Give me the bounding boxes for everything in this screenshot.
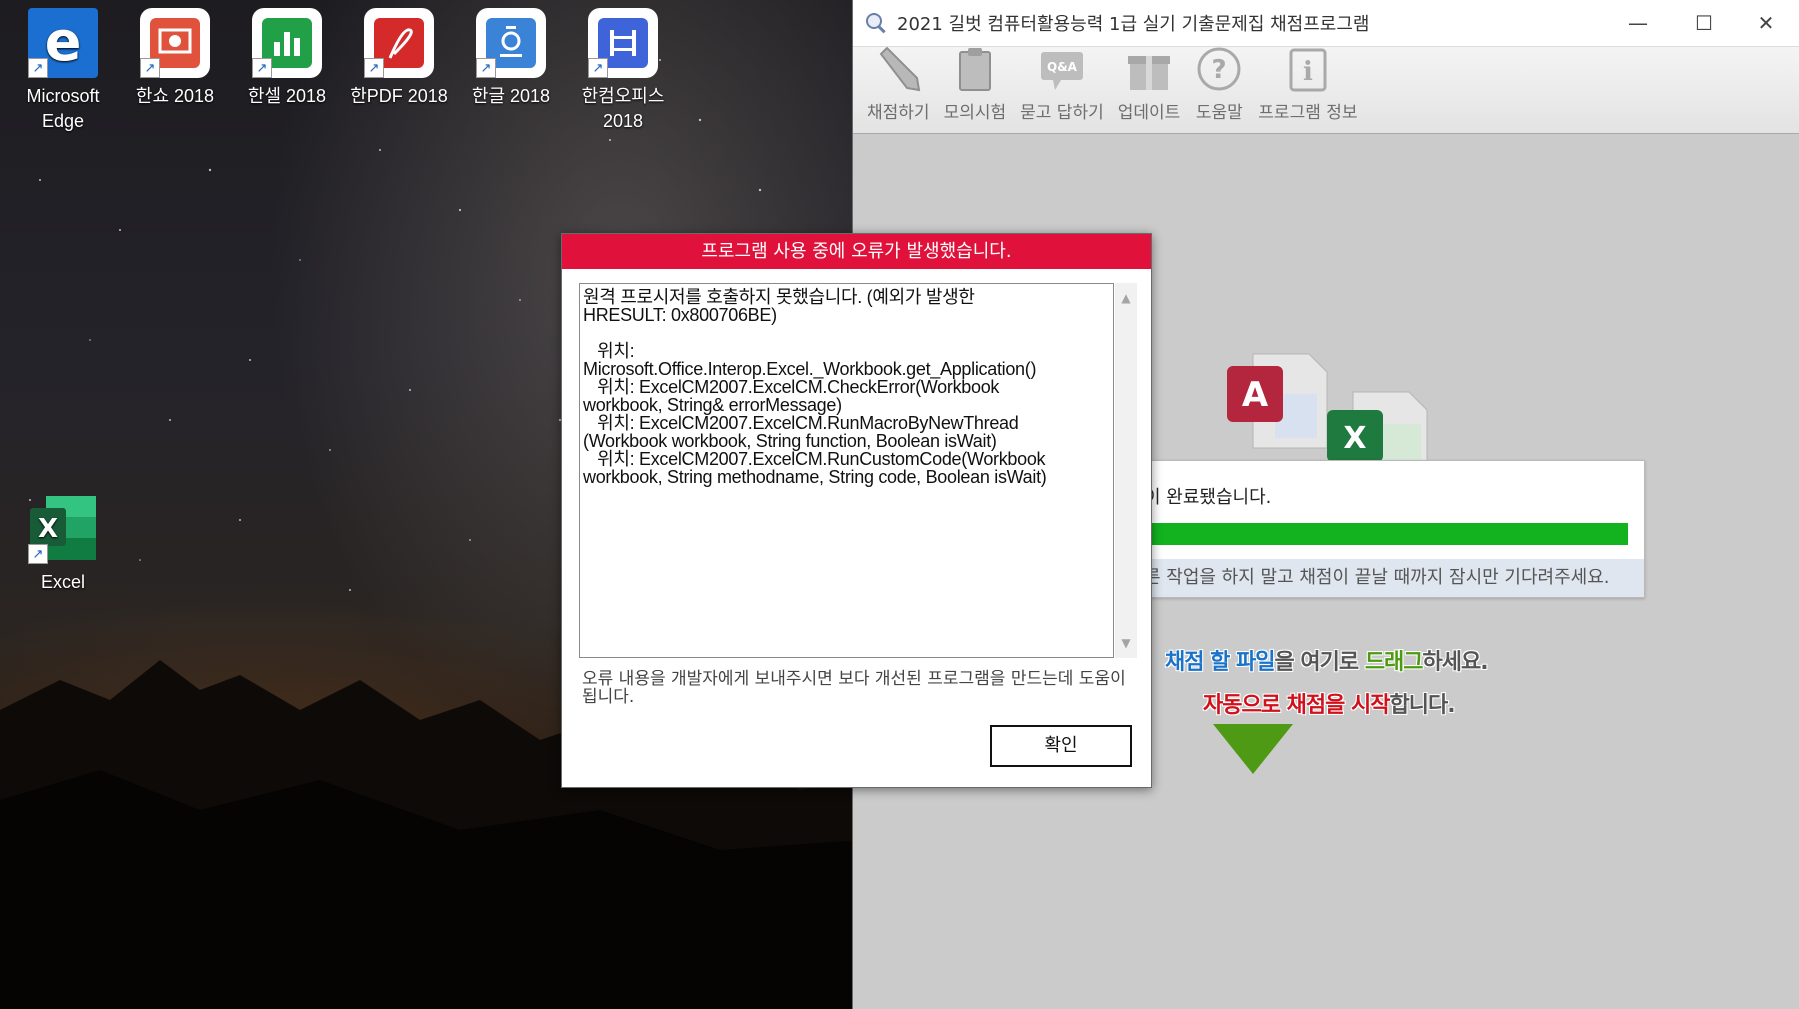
- toolbar-update-button[interactable]: 업데이트: [1117, 44, 1181, 133]
- app-titlebar[interactable]: 2021 길벗 컴퓨터활용능력 1급 실기 기출문제집 채점프로그램 — ☐ ✕: [853, 0, 1799, 47]
- app-title: 2021 길벗 컴퓨터활용능력 1급 실기 기출문제집 채점프로그램: [897, 14, 1370, 35]
- toolbar-label: 채점하기: [867, 103, 930, 123]
- desktop-icon-label: 한글 2018: [471, 86, 551, 106]
- desktop-icon-label: 한쇼 2018: [135, 86, 215, 106]
- toolbar-label: 도움말: [1195, 103, 1243, 123]
- desktop-icon-label: 한컴오피스 2018: [581, 86, 665, 131]
- scroll-down-icon[interactable]: ▼: [1115, 632, 1137, 654]
- toolbar-label: 묻고 답하기: [1020, 103, 1104, 123]
- minimize-button[interactable]: —: [1605, 0, 1671, 46]
- drop-arrow-icon: [1213, 724, 1293, 774]
- toolbar-qa-button[interactable]: Q&A 묻고 답하기: [1020, 44, 1104, 133]
- drop-text-here: 을 여기로: [1274, 650, 1365, 675]
- shortcut-arrow-icon: ↗: [140, 58, 160, 78]
- gift-icon: [1128, 56, 1171, 90]
- qa-bubble-icon: Q&A: [1040, 52, 1083, 90]
- toolbar-mock-exam-button[interactable]: 모의시험: [943, 44, 1007, 133]
- svg-text:Q&A: Q&A: [1047, 60, 1078, 74]
- toolbar-label: 업데이트: [1117, 103, 1181, 123]
- error-message-scrollbar[interactable]: ▲ ▼: [1115, 283, 1137, 658]
- desktop-icon-hanpdf[interactable]: ↗ 한PDF 2018: [344, 0, 454, 109]
- magnifier-app-icon: [866, 13, 886, 34]
- error-dialog: 프로그램 사용 중에 오류가 발생했습니다. 원격 프로시저를 호출하지 못했습…: [561, 233, 1152, 788]
- svg-text:i: i: [1303, 57, 1313, 87]
- maximize-button[interactable]: ☐: [1671, 0, 1737, 46]
- error-dialog-title[interactable]: 프로그램 사용 중에 오류가 발생했습니다.: [562, 234, 1151, 269]
- shortcut-arrow-icon: ↗: [28, 544, 48, 564]
- info-icon: i: [1289, 48, 1327, 92]
- drop-text-do: 하세요.: [1422, 650, 1489, 675]
- shortcut-arrow-icon: ↗: [588, 58, 608, 78]
- minimize-icon: —: [1628, 11, 1648, 35]
- drop-text-end: 합니다.: [1389, 693, 1455, 718]
- shortcut-arrow-icon: ↗: [476, 58, 496, 78]
- clipboard-icon: [958, 48, 991, 91]
- maximize-icon: ☐: [1695, 11, 1713, 35]
- desktop-icon-hanshow[interactable]: ↗ 한쇼 2018: [120, 0, 230, 109]
- hangul-icon: ↗: [476, 8, 546, 78]
- hancell-icon: ↗: [252, 8, 322, 78]
- svg-text:?: ?: [1212, 55, 1227, 85]
- desktop-icon-label: 한셀 2018: [247, 86, 327, 106]
- progress-bar: [1144, 523, 1628, 545]
- toolbar-label: 모의시험: [943, 103, 1007, 123]
- svg-text:e: e: [45, 10, 82, 73]
- toolbar-grade-button[interactable]: 채점하기: [867, 44, 930, 133]
- edge-icon: e ↗: [28, 8, 98, 78]
- close-button[interactable]: ✕: [1733, 0, 1799, 46]
- drop-instruction-line1: 채점 할 파일을 여기로 드래그하세요.: [1165, 644, 1489, 676]
- svg-text:X: X: [38, 514, 58, 544]
- svg-text:A: A: [1242, 375, 1269, 415]
- error-report-note: 오류 내용을 개발자에게 보내주시면 보다 개선된 프로그램을 만드는데 도움이…: [582, 669, 1126, 707]
- progress-status-text: 이 완료됐습니다.: [1144, 487, 1272, 508]
- hancomoffice-icon: ↗: [588, 8, 658, 78]
- svg-text:X: X: [1343, 421, 1366, 456]
- grading-progress-panel: 이 완료됐습니다. 른 작업을 하지 말고 채점이 끝날 때까지 잠시만 기다려…: [1143, 460, 1645, 598]
- help-icon: ?: [1197, 47, 1241, 91]
- desktop-icon-label: Excel: [40, 572, 85, 592]
- desktop-icon-edge[interactable]: e ↗ Microsoft Edge: [8, 0, 118, 134]
- toolbar-program-info-button[interactable]: i 프로그램 정보: [1258, 44, 1358, 133]
- drop-text-file: 채점 할 파일: [1165, 650, 1276, 675]
- toolbar-help-button[interactable]: ? 도움말: [1194, 44, 1244, 133]
- desktop-icon-hancomoffice[interactable]: ↗ 한컴오피스 2018: [568, 0, 678, 134]
- shortcut-arrow-icon: ↗: [364, 58, 384, 78]
- toolbar-label: 프로그램 정보: [1258, 103, 1358, 123]
- desktop-icon-label: Microsoft Edge: [26, 86, 100, 131]
- error-message-box[interactable]: 원격 프로시저를 호출하지 못했습니다. (예외가 발생한 HRESULT: 0…: [579, 283, 1114, 658]
- ok-button[interactable]: 확인: [990, 725, 1132, 767]
- drop-text-auto: 자동으로 채점을 시작: [1203, 693, 1390, 718]
- scroll-up-icon[interactable]: ▲: [1115, 287, 1137, 309]
- desktop-icon-hangul[interactable]: ↗ 한글 2018: [456, 0, 566, 109]
- drop-instruction-line2: 자동으로 채점을 시작합니다.: [1203, 687, 1456, 719]
- shortcut-arrow-icon: ↗: [28, 58, 48, 78]
- desktop-icon-excel[interactable]: X ↗ Excel: [8, 486, 118, 595]
- excel-icon: X ↗: [28, 494, 98, 564]
- desktop-icon-hancell[interactable]: ↗ 한셀 2018: [232, 0, 342, 109]
- hanshow-icon: ↗: [140, 8, 210, 78]
- progress-hint-text: 른 작업을 하지 말고 채점이 끝날 때까지 잠시만 기다려주세요.: [1144, 559, 1644, 597]
- drop-text-drag: 드래그: [1364, 650, 1424, 675]
- app-toolbar: 채점하기 모의시험 Q&A 묻고 답하기 업데이트 ? 도움말 i 프로그램 정…: [853, 44, 1799, 135]
- hanpdf-icon: ↗: [364, 8, 434, 78]
- pencil-icon: [879, 46, 921, 92]
- shortcut-arrow-icon: ↗: [252, 58, 272, 78]
- desktop-icon-label: 한PDF 2018: [350, 86, 448, 106]
- progress-bar-fill: [1144, 523, 1628, 545]
- close-icon: ✕: [1757, 11, 1775, 35]
